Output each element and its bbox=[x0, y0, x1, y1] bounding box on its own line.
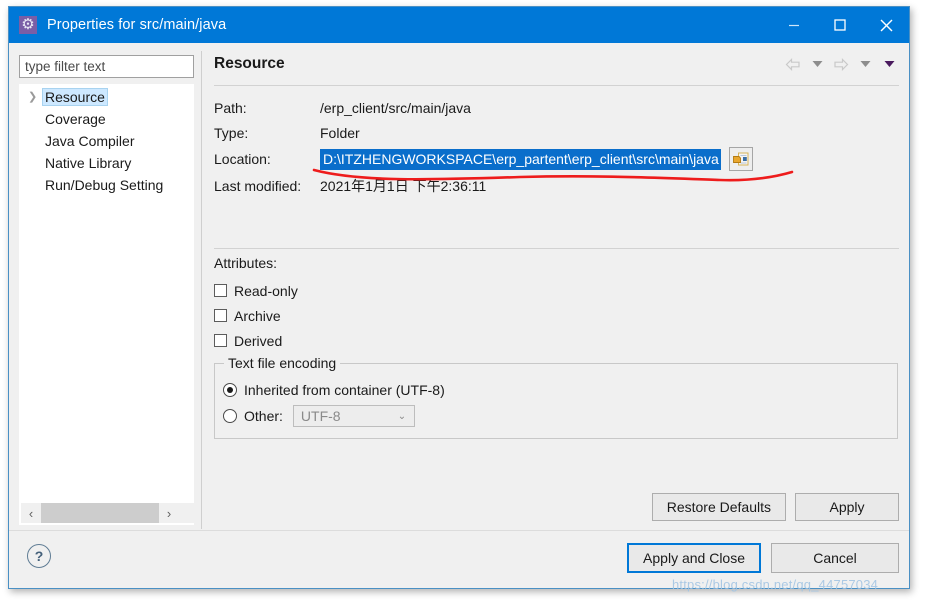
group-legend: Text file encoding bbox=[224, 355, 341, 371]
encoding-select[interactable]: UTF-8 ⌄ bbox=[292, 405, 415, 427]
location-value[interactable]: D:\ITZHENGWORKSPACE\erp_partent\erp_clie… bbox=[320, 148, 721, 170]
view-menu-chevron-down-filled-icon[interactable] bbox=[879, 54, 899, 74]
pane-action-buttons: Restore Defaults Apply bbox=[651, 493, 899, 521]
forward-arrow-icon[interactable] bbox=[831, 54, 851, 74]
sidebar-item-native-library[interactable]: Native Library bbox=[20, 152, 193, 174]
chevron-down-icon[interactable]: ⌄ bbox=[390, 411, 414, 422]
window-controls bbox=[771, 7, 909, 43]
page-nav-icons bbox=[783, 54, 899, 74]
footer-action-buttons: Apply and Close Cancel bbox=[627, 543, 899, 573]
minimize-button[interactable] bbox=[771, 7, 817, 43]
settings-navigation-pane: ❯ Resource Coverage Java Compiler Native… bbox=[19, 55, 194, 525]
sidebar-item-label: Native Library bbox=[45, 155, 132, 171]
apply-and-close-button[interactable]: Apply and Close bbox=[627, 543, 761, 573]
scroll-left-icon[interactable]: ‹ bbox=[21, 503, 41, 523]
checkbox-box[interactable] bbox=[214, 309, 227, 322]
sidebar-item-label: Resource bbox=[42, 88, 108, 106]
checkbox-label: Archive bbox=[234, 307, 281, 324]
forward-history-chevron-down-icon[interactable] bbox=[855, 54, 875, 74]
field-value: Folder bbox=[320, 124, 360, 141]
checkbox-box[interactable] bbox=[214, 334, 227, 347]
tree-horizontal-scrollbar[interactable]: ‹ › bbox=[21, 503, 194, 523]
encoding-select-value: UTF-8 bbox=[300, 408, 341, 424]
gear-icon: ⚙ bbox=[19, 16, 37, 34]
page-header: Resource bbox=[202, 43, 909, 85]
watermark-text: https://blog.csdn.net/qq_44757034 bbox=[672, 577, 879, 592]
checkbox-read-only[interactable]: Read-only bbox=[214, 278, 899, 303]
resource-info-fields: Path: /erp_client/src/main/java Type: Fo… bbox=[214, 95, 899, 198]
field-location: Location: D:\ITZHENGWORKSPACE\erp_parten… bbox=[214, 145, 899, 173]
help-icon[interactable]: ? bbox=[27, 544, 51, 568]
sidebar-item-label: Coverage bbox=[45, 111, 106, 127]
field-label: Type: bbox=[214, 124, 249, 141]
page-title: Resource bbox=[214, 55, 285, 72]
radio-label: Inherited from container (UTF-8) bbox=[244, 382, 445, 398]
radio-button[interactable] bbox=[223, 383, 237, 397]
scroll-right-icon[interactable]: › bbox=[159, 503, 179, 523]
checkbox-archive[interactable]: Archive bbox=[214, 303, 899, 328]
edit-location-icon[interactable] bbox=[728, 147, 753, 171]
field-label: Path: bbox=[214, 99, 247, 116]
sidebar-item-java-compiler[interactable]: Java Compiler bbox=[20, 130, 193, 152]
sidebar-item-run-debug-settings[interactable]: Run/Debug Setting bbox=[20, 174, 193, 196]
properties-dialog: ⚙ Properties for src/main/java ❯ bbox=[8, 6, 910, 589]
field-value: 2021年1月1日 下午2:36:11 bbox=[320, 177, 487, 194]
dialog-body: ❯ Resource Coverage Java Compiler Native… bbox=[9, 43, 909, 533]
apply-button[interactable]: Apply bbox=[795, 493, 899, 521]
checkbox-box[interactable] bbox=[214, 284, 227, 297]
checkbox-label: Derived bbox=[234, 332, 283, 349]
radio-other-encoding[interactable]: Other: UTF-8 ⌄ bbox=[223, 403, 897, 429]
attributes-title: Attributes: bbox=[214, 255, 278, 271]
filter-input[interactable] bbox=[19, 55, 194, 78]
attributes-section: Attributes: Read-only Archive Derived bbox=[214, 255, 899, 353]
chevron-right-icon[interactable]: ❯ bbox=[28, 91, 42, 103]
back-history-chevron-down-icon[interactable] bbox=[807, 54, 827, 74]
field-type: Type: Folder bbox=[214, 120, 899, 145]
scrollbar-thumb[interactable] bbox=[41, 503, 159, 523]
close-button[interactable] bbox=[863, 7, 909, 43]
field-path: Path: /erp_client/src/main/java bbox=[214, 95, 899, 120]
sidebar-item-coverage[interactable]: Coverage bbox=[20, 108, 193, 130]
restore-defaults-button[interactable]: Restore Defaults bbox=[651, 493, 786, 521]
radio-button[interactable] bbox=[223, 409, 237, 423]
settings-tree: ❯ Resource Coverage Java Compiler Native… bbox=[19, 84, 194, 525]
radio-inherited-from-container[interactable]: Inherited from container (UTF-8) bbox=[223, 377, 897, 403]
header-separator bbox=[214, 85, 899, 86]
sidebar-item-resource[interactable]: ❯ Resource bbox=[20, 86, 193, 108]
field-last-modified: Last modified: 2021年1月1日 下午2:36:11 bbox=[214, 173, 899, 198]
field-label: Last modified: bbox=[214, 177, 302, 194]
radio-label: Other: bbox=[244, 408, 283, 424]
field-value: /erp_client/src/main/java bbox=[320, 99, 471, 116]
checkbox-derived[interactable]: Derived bbox=[214, 328, 899, 353]
resource-settings-pane: Resource Path: /erp_client/src/main/java… bbox=[202, 43, 909, 533]
fields-separator bbox=[214, 248, 899, 249]
checkbox-label: Read-only bbox=[234, 282, 298, 299]
title-bar: ⚙ Properties for src/main/java bbox=[9, 7, 909, 43]
back-arrow-icon[interactable] bbox=[783, 54, 803, 74]
sidebar-item-label: Java Compiler bbox=[45, 133, 135, 149]
maximize-button[interactable] bbox=[817, 7, 863, 43]
cancel-button[interactable]: Cancel bbox=[771, 543, 899, 573]
window-title: Properties for src/main/java bbox=[47, 17, 227, 33]
sidebar-item-label: Run/Debug Setting bbox=[45, 177, 164, 193]
text-file-encoding-group: Text file encoding Inherited from contai… bbox=[214, 355, 898, 439]
field-label: Location: bbox=[214, 151, 271, 167]
